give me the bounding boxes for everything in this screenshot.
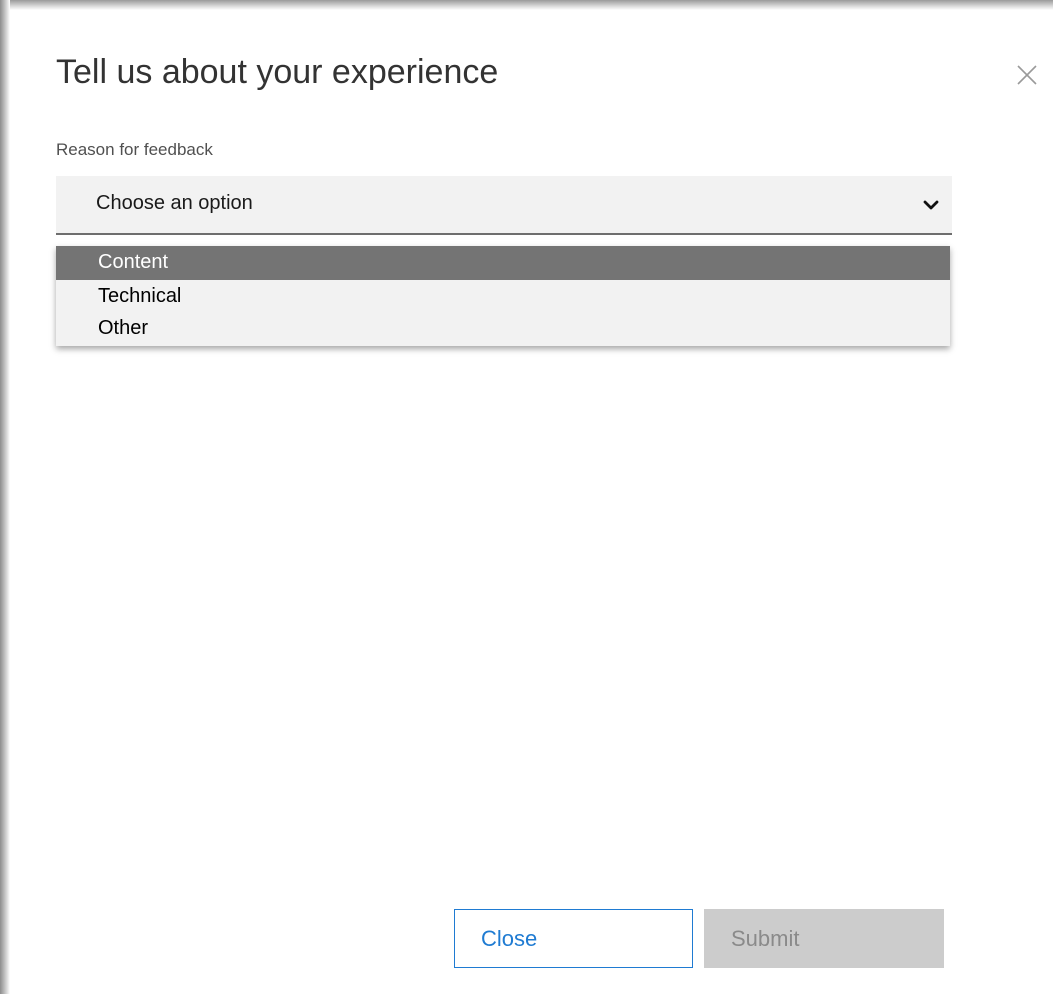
reason-options-list: Content Technical Other [56, 246, 950, 346]
option-technical[interactable]: Technical [56, 280, 950, 314]
option-content[interactable]: Content [56, 246, 950, 280]
close-icon[interactable] [1014, 62, 1040, 88]
select-value: Choose an option [96, 192, 253, 214]
reason-select[interactable]: Choose an option [56, 176, 952, 235]
window-shadow-left [0, 0, 10, 994]
option-label: Technical [98, 285, 182, 307]
option-other[interactable]: Other [56, 312, 950, 346]
option-label: Content [98, 251, 169, 273]
submit-button[interactable]: Submit [704, 909, 944, 968]
window-shadow-top [0, 0, 1053, 10]
reason-label: Reason for feedback [56, 140, 213, 159]
close-button[interactable]: Close [454, 909, 693, 968]
submit-button-label: Submit [731, 926, 800, 951]
close-button-label: Close [481, 926, 538, 951]
option-label: Other [98, 317, 149, 339]
feedback-dialog: Tell us about your experience Reason for… [10, 10, 1053, 994]
window: Tell us about your experience Reason for… [0, 0, 1053, 994]
chevron-down-icon [922, 196, 940, 214]
dialog-title: Tell us about your experience [56, 53, 499, 91]
